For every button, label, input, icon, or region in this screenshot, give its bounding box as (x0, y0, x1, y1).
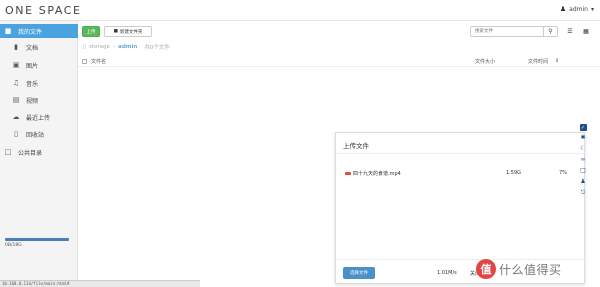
file-table-header: 文件名 文件大小 文件时间 ⇕ (78, 56, 600, 67)
breadcrumb: ▯ storage › admin 共0个文件 (83, 43, 170, 51)
user-menu[interactable]: ♟ admin ▾ (560, 5, 594, 13)
search-icon[interactable]: ⚲ (543, 26, 557, 37)
upload-progress-percent: 7% (559, 170, 567, 176)
search-box: ⚲ (470, 26, 558, 37)
link-tool-icon[interactable]: ∞ (579, 155, 587, 164)
cloud-upload-icon: ☁ (12, 113, 20, 121)
music-icon: ♫ (12, 79, 20, 87)
sidebar-item-trash[interactable]: ▯ 回收站 (0, 127, 78, 141)
sidebar-item-video[interactable]: ▤ 视频 (0, 93, 78, 107)
trash-icon: ▯ (14, 130, 18, 138)
video-icon: ▤ (12, 96, 20, 104)
storage-quota-bar (5, 238, 69, 241)
sidebar-item-label: 最近上传 (26, 114, 51, 122)
new-folder-button[interactable]: ■ 新建文件夹 (104, 26, 152, 37)
upload-button[interactable]: 上传 (82, 26, 100, 37)
breadcrumb-folder[interactable]: admin (118, 44, 137, 50)
sidebar-item-label: 图片 (26, 62, 39, 70)
breadcrumb-separator-icon: › (112, 44, 116, 50)
upload-panel-title: 上传文件 (343, 142, 369, 150)
sidebar-item-label: 音乐 (26, 80, 39, 88)
window-tool-icon[interactable]: □ (579, 166, 587, 175)
file-count: 共0个文件 (144, 45, 170, 51)
sidebar-item-label: 文档 (26, 44, 39, 52)
column-file-size[interactable]: 文件大小 (475, 58, 495, 65)
user-tool-icon[interactable]: ♟ (579, 177, 587, 186)
breadcrumb-root[interactable]: storage (89, 44, 110, 50)
upload-speed: 1.01M/s (437, 270, 457, 276)
video-file-icon (345, 172, 351, 175)
hdd-icon: ▯ (83, 44, 87, 50)
caret-down-icon: ▾ (590, 5, 594, 13)
watermark-text: 什么值得买 (499, 262, 562, 277)
sort-icon[interactable]: ⇕ (555, 58, 559, 64)
sidebar-item-my-files[interactable]: ■ 我的文件 (0, 24, 78, 38)
folder-plus-icon: ■ (113, 29, 118, 34)
sidebar-item-documents[interactable]: ▮ 文档 (0, 40, 78, 54)
divider (336, 153, 586, 154)
new-folder-label: 新建文件夹 (119, 29, 143, 35)
power-tool-icon[interactable]: ⎋ (579, 188, 587, 197)
select-all-checkbox[interactable] (82, 59, 87, 64)
column-file-time[interactable]: 文件时间 (528, 58, 548, 65)
sidebar-item-label: 视频 (26, 97, 39, 105)
folder-open-icon: □ (4, 148, 12, 156)
upload-file-size: 1.59G (506, 170, 522, 176)
search-input[interactable] (471, 27, 543, 36)
folder-icon: ■ (4, 27, 12, 35)
upload-list-item: 四十九天的食谱.mp4 1.59G 7% (344, 169, 574, 178)
user-name: admin (569, 5, 588, 13)
sidebar-item-images[interactable]: ▣ 图片 (0, 58, 78, 72)
sidebar-item-label: 我的文件 (18, 28, 43, 36)
sidebar-item-public-folder[interactable]: □ 公共目录 (0, 145, 78, 159)
document-icon: ▮ (14, 43, 18, 51)
app-header: ONE SPACE ♟ admin ▾ (0, 0, 600, 21)
user-icon: ♟ (559, 5, 567, 13)
image-icon: ▣ (12, 61, 20, 69)
sidebar-item-label: 回收站 (26, 131, 45, 139)
grid-view-icon[interactable]: ▦ (580, 26, 592, 37)
upload-button-label: 上传 (86, 29, 96, 35)
sidebar-item-recent-uploads[interactable]: ☁ 最近上传 (0, 110, 78, 124)
browser-status-url: 10.168.0.114/file/main.html# (0, 280, 200, 287)
list-view-icon[interactable]: ☰ (564, 26, 576, 37)
watermark: 值 什么值得买 (476, 258, 598, 280)
floating-toolbar: ✓ ✱ ☾ ∞ □ ♟ ⎋ (578, 124, 588, 197)
checkbox-tool-icon[interactable]: ✓ (579, 124, 587, 131)
app-logo: ONE SPACE (5, 4, 82, 17)
watermark-logo: 值 (476, 259, 496, 279)
upload-file-name: 四十九天的食谱.mp4 (353, 171, 401, 177)
sidebar-item-music[interactable]: ♫ 音乐 (0, 76, 78, 90)
settings-tool-icon[interactable]: ✱ (579, 133, 587, 142)
sidebar-item-label: 公共目录 (18, 149, 43, 157)
column-file-name[interactable]: 文件名 (91, 58, 106, 65)
select-file-button[interactable]: 选择文件 (343, 267, 375, 279)
storage-quota-text: 0B/18G (5, 243, 22, 248)
moon-tool-icon[interactable]: ☾ (579, 144, 587, 153)
